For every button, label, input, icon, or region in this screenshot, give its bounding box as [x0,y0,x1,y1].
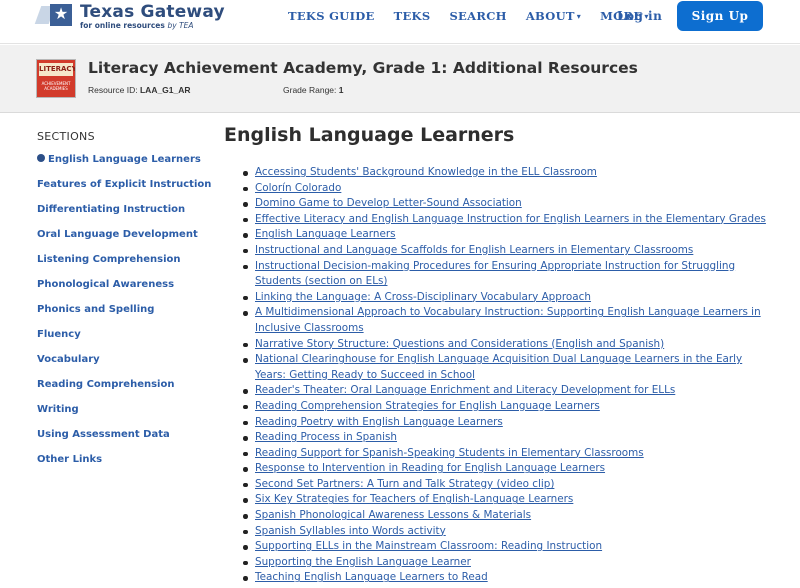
sidebar-item-listening-comprehension[interactable]: Listening Comprehension [37,253,217,278]
list-item: National Clearinghouse for English Langu… [243,352,769,383]
sidebar-item-phonological-awareness[interactable]: Phonological Awareness [37,278,217,303]
list-item: Colorín Colorado [243,181,769,197]
resource-link[interactable]: Colorín Colorado [255,182,341,194]
brand-tagline: for online resources by TEA [80,21,194,30]
nav-teks[interactable]: TEKS [394,9,431,23]
sidebar-item-writing[interactable]: Writing [37,403,217,428]
list-item: Reading Process in Spanish [243,430,769,446]
resource-link[interactable]: Accessing Students' Background Knowledge… [255,166,597,178]
signup-button[interactable]: Sign Up [677,1,763,31]
list-item: Linking the Language: A Cross-Disciplina… [243,290,769,306]
sidebar-item-phonics-and-spelling[interactable]: Phonics and Spelling [37,303,217,328]
resource-link[interactable]: Reading Process in Spanish [255,431,397,443]
login-link[interactable]: Log in [617,9,662,23]
nav-teks-guide[interactable]: TEKS GUIDE [288,9,375,23]
list-item: Teaching English Language Learners to Re… [243,570,769,586]
texas-gateway-logo[interactable]: ★ Texas Gateway for online resources by … [34,0,225,30]
sidebar-item-vocabulary[interactable]: Vocabulary [37,353,217,378]
sidebar-item-features-of-explicit-instruction[interactable]: Features of Explicit Instruction [37,178,217,203]
sections-list: English Language Learners Features of Exp… [37,153,217,478]
sidebar-item-reading-comprehension[interactable]: Reading Comprehension [37,378,217,403]
sidebar-item-other-links[interactable]: Other Links [37,453,217,478]
resource-link[interactable]: Reading Support for Spanish-Speaking Stu… [255,447,644,459]
sections-title: SECTIONS [37,130,95,143]
active-bullet-icon [37,154,45,162]
top-navigation-bar: ★ Texas Gateway for online resources by … [0,0,800,44]
section-heading: English Language Learners [224,124,515,146]
resource-link[interactable]: Reading Comprehension Strategies for Eng… [255,400,600,412]
resource-link[interactable]: Reading Poetry with English Language Lea… [255,416,503,428]
logo-mark: ★ [34,0,76,28]
resource-link[interactable]: Domino Game to Develop Letter-Sound Asso… [255,197,522,209]
main-nav-links: TEKS GUIDE TEKS SEARCH ABOUT ▾ MORE ▾ [288,9,668,23]
resource-link[interactable]: Spanish Syllables into Words activity [255,525,446,537]
list-item: Six Key Strategies for Teachers of Engli… [243,492,769,508]
resource-link[interactable]: Supporting the English Language Learner [255,556,471,568]
resource-link[interactable]: Instructional Decision-making Procedures… [255,260,735,288]
resource-link[interactable]: National Clearinghouse for English Langu… [255,353,742,381]
chevron-down-icon: ▾ [576,11,582,21]
resource-link[interactable]: Six Key Strategies for Teachers of Engli… [255,493,573,505]
resource-link[interactable]: Supporting ELLs in the Mainstream Classr… [255,540,602,552]
resource-link[interactable]: Second Set Partners: A Turn and Talk Str… [255,478,554,490]
sidebar-item-fluency[interactable]: Fluency [37,328,217,353]
literacy-academy-thumbnail: LITERACY ACHIEVEMENT ACADEMIES [36,59,76,98]
resource-link[interactable]: Reader's Theater: Oral Language Enrichme… [255,384,675,396]
sidebar-item-english-language-learners[interactable]: English Language Learners [37,153,217,178]
resource-id: Resource ID: LAA_G1_AR [88,85,191,95]
resource-link[interactable]: Narrative Story Structure: Questions and… [255,338,664,350]
grade-range: Grade Range: 1 [283,85,344,95]
resource-link[interactable]: Teaching English Language Learners to Re… [255,571,488,583]
list-item: Reading Comprehension Strategies for Eng… [243,399,769,415]
list-item: Second Set Partners: A Turn and Talk Str… [243,477,769,493]
resource-link[interactable]: English Language Learners [255,228,396,240]
sidebar-item-differentiating-instruction[interactable]: Differentiating Instruction [37,203,217,228]
resource-link[interactable]: Spanish Phonological Awareness Lessons &… [255,509,531,521]
list-item: Reading Support for Spanish-Speaking Stu… [243,446,769,462]
list-item: Narrative Story Structure: Questions and… [243,337,769,353]
list-item: Instructional Decision-making Procedures… [243,259,769,290]
sidebar-item-using-assessment-data[interactable]: Using Assessment Data [37,428,217,453]
resource-link-list: Accessing Students' Background Knowledge… [224,165,769,586]
resource-link[interactable]: Linking the Language: A Cross-Disciplina… [255,291,591,303]
resource-title: Literacy Achievement Academy, Grade 1: A… [88,59,638,77]
list-item: Accessing Students' Background Knowledge… [243,165,769,181]
list-item: Supporting the English Language Learner [243,555,769,571]
star-icon: ★ [50,4,72,26]
list-item: Reader's Theater: Oral Language Enrichme… [243,383,769,399]
sections-sidebar: SECTIONS English Language Learners Featur… [37,130,217,478]
list-item: Supporting ELLs in the Mainstream Classr… [243,539,769,555]
sidebar-item-oral-language-development[interactable]: Oral Language Development [37,228,217,253]
resource-link[interactable]: Response to Intervention in Reading for … [255,462,605,474]
nav-about[interactable]: ABOUT ▾ [526,9,581,23]
list-item: Spanish Syllables into Words activity [243,524,769,540]
resource-link[interactable]: Instructional and Language Scaffolds for… [255,244,693,256]
list-item: Spanish Phonological Awareness Lessons &… [243,508,769,524]
list-item: English Language Learners [243,227,769,243]
resource-link[interactable]: Effective Literacy and English Language … [255,213,766,225]
list-item: Response to Intervention in Reading for … [243,461,769,477]
main-content: English Language Learners Accessing Stud… [224,124,769,586]
list-item: Effective Literacy and English Language … [243,212,769,228]
list-item: A Multidimensional Approach to Vocabular… [243,305,769,336]
brand-name: Texas Gateway [80,2,225,22]
resource-link[interactable]: A Multidimensional Approach to Vocabular… [255,306,761,334]
list-item: Reading Poetry with English Language Lea… [243,415,769,431]
list-item: Instructional and Language Scaffolds for… [243,243,769,259]
nav-search[interactable]: SEARCH [449,9,506,23]
resource-header: LITERACY ACHIEVEMENT ACADEMIES Literacy … [0,45,800,113]
list-item: Domino Game to Develop Letter-Sound Asso… [243,196,769,212]
